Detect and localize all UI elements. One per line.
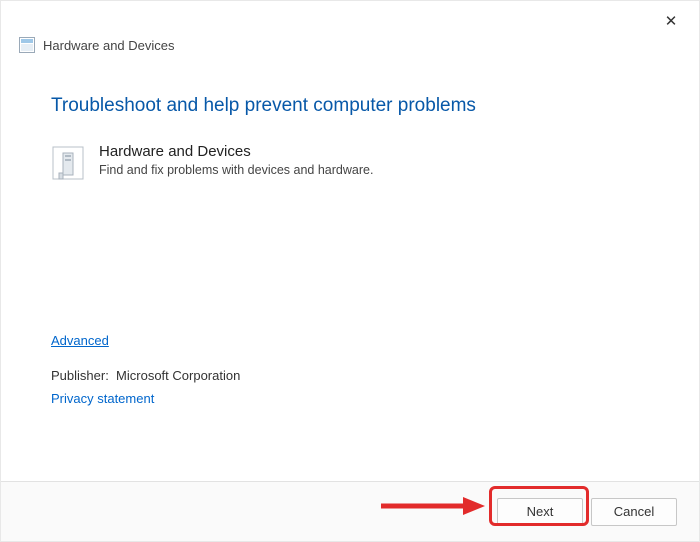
troubleshooter-row: Hardware and Devices Find and fix proble…: [51, 143, 649, 183]
next-button[interactable]: Next: [497, 498, 583, 526]
close-icon: ✕: [665, 12, 678, 30]
cancel-button[interactable]: Cancel: [591, 498, 677, 526]
close-button[interactable]: ✕: [653, 7, 689, 35]
publisher-row: Publisher: Microsoft Corporation: [51, 368, 649, 383]
advanced-link[interactable]: Advanced: [51, 333, 109, 348]
troubleshooter-subtitle: Find and fix problems with devices and h…: [99, 163, 373, 177]
titlebar: ✕: [1, 1, 699, 35]
troubleshooter-window-icon: [19, 37, 35, 53]
header-row: Hardware and Devices: [1, 35, 699, 65]
footer-bar: Next Cancel: [1, 481, 699, 541]
privacy-link[interactable]: Privacy statement: [51, 391, 154, 406]
content-area: Troubleshoot and help prevent computer p…: [1, 65, 699, 406]
hardware-icon: [51, 143, 85, 183]
publisher-value: Microsoft Corporation: [116, 368, 240, 383]
troubleshooter-title: Hardware and Devices: [99, 143, 373, 161]
troubleshooter-text: Hardware and Devices Find and fix proble…: [99, 143, 373, 177]
header-title: Hardware and Devices: [43, 38, 175, 53]
publisher-label: Publisher:: [51, 368, 109, 383]
main-heading: Troubleshoot and help prevent computer p…: [51, 95, 649, 117]
